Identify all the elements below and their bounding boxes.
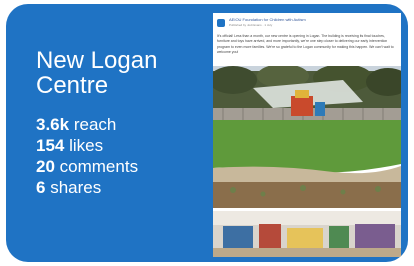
stats-panel: New Logan Centre 3.6k reach 154 likes 20… <box>36 48 211 198</box>
stat-comments-label: comments <box>59 157 139 176</box>
stat-reach-label: reach <box>73 115 117 134</box>
stat-shares: 6 shares <box>36 177 211 198</box>
stat-shares-label: shares <box>50 178 102 197</box>
org-logo-icon <box>217 19 225 27</box>
stat-reach-value: 3.6k <box>36 115 70 134</box>
post-meta: Published by Jodi Evans · 1 July <box>229 23 273 27</box>
stat-likes-label: likes <box>69 136 104 155</box>
stat-comments: 20 comments <box>36 156 211 177</box>
photo-garden-bed <box>213 182 401 208</box>
social-post-preview[interactable]: AEIOU Foundation for Children with Autis… <box>213 13 401 257</box>
photo-play-equipment <box>291 96 313 116</box>
stat-likes: 154 likes <box>36 135 211 156</box>
post-body: It's official! Less than a month, our ne… <box>217 34 394 54</box>
stat-likes-value: 154 <box>36 136 65 155</box>
stats-card: New Logan Centre 3.6k reach 154 likes 20… <box>6 4 408 262</box>
post-header: AEIOU Foundation for Children with Autis… <box>217 17 397 31</box>
card-title-line-2: Centre <box>36 72 109 99</box>
card-title: New Logan Centre <box>36 48 211 98</box>
post-org-name[interactable]: AEIOU Foundation for Children with Autis… <box>229 17 306 22</box>
card-title-line-1: New Logan <box>36 47 158 74</box>
stat-comments-value: 20 <box>36 157 55 176</box>
post-photo[interactable] <box>213 66 401 257</box>
stat-reach: 3.6k reach <box>36 114 211 135</box>
photo-lawn <box>213 120 401 173</box>
stat-shares-value: 6 <box>36 178 46 197</box>
